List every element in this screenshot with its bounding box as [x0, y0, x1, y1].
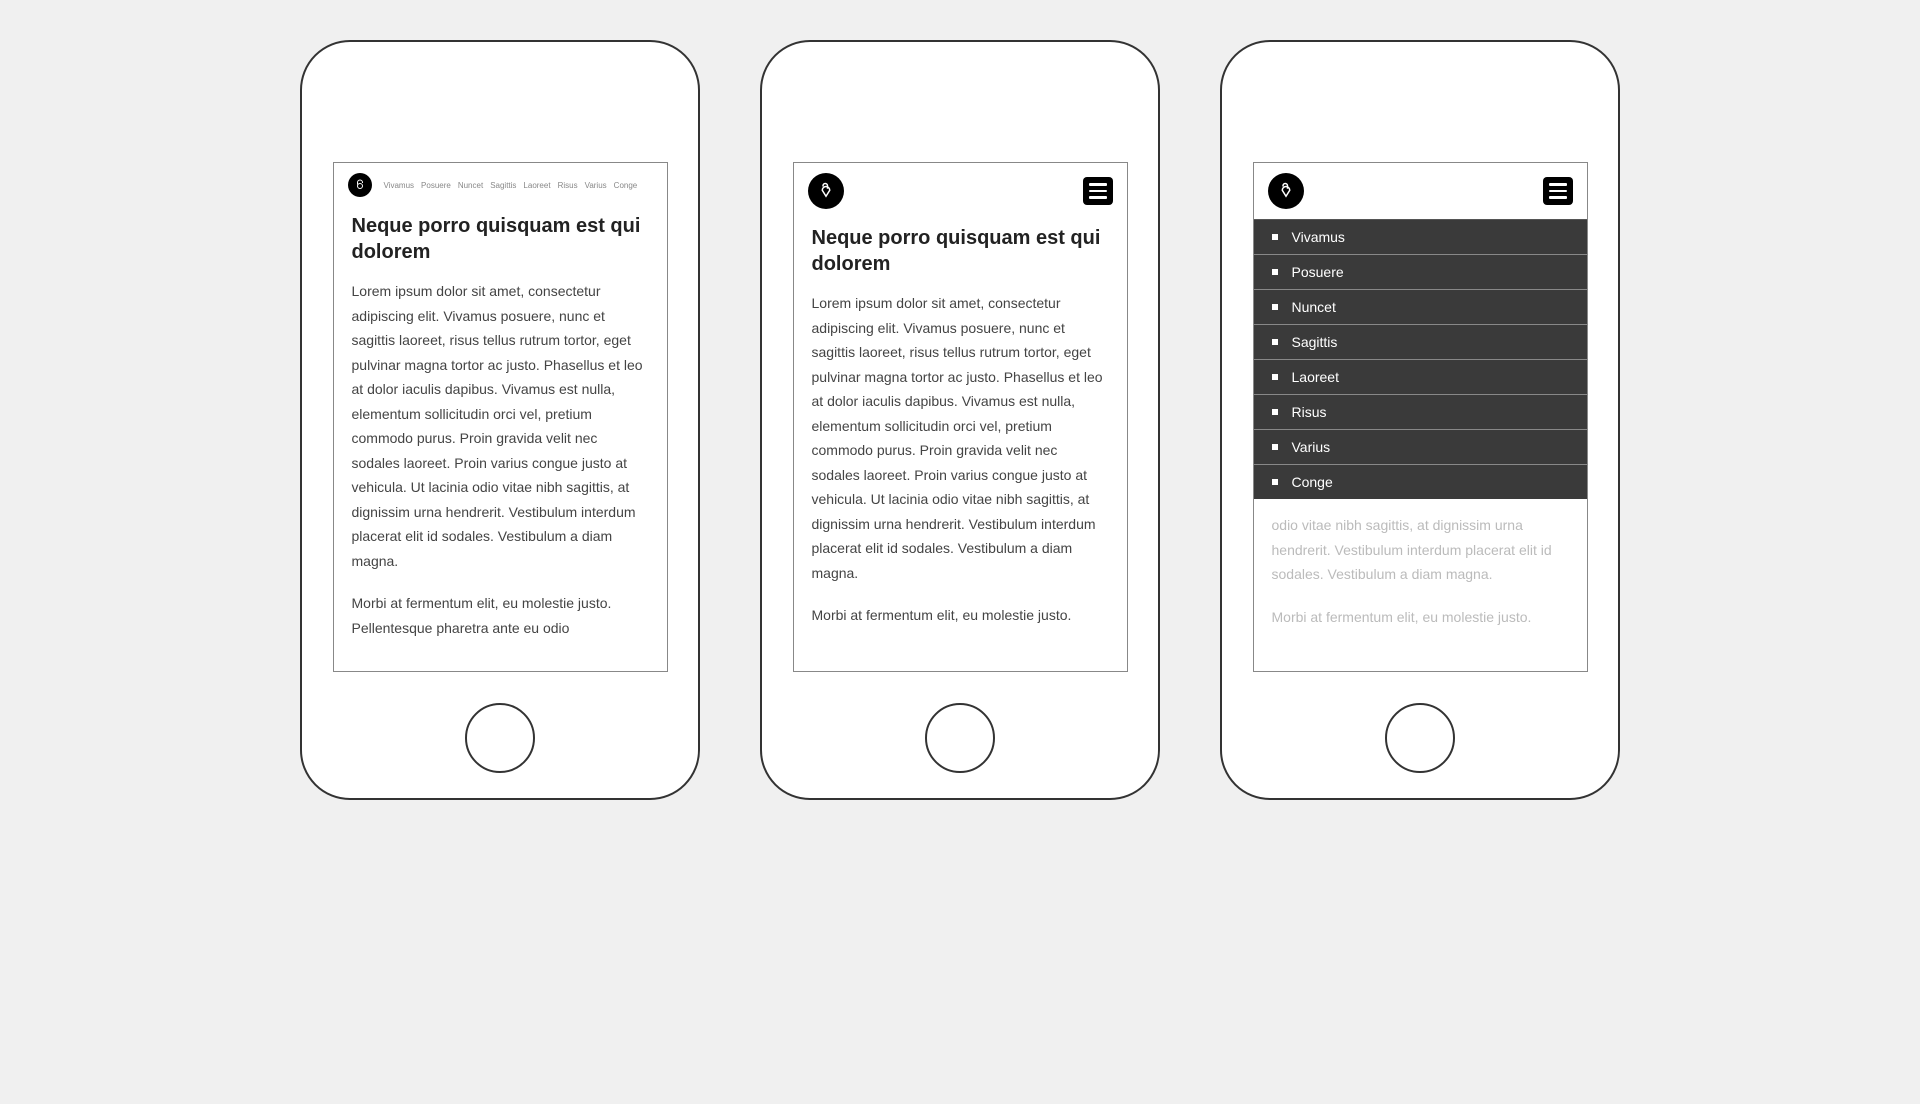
phone-frame-2: Neque porro quisquam est qui dolorem Lor… [760, 40, 1160, 800]
logo-icon[interactable] [1268, 173, 1304, 209]
dropdown-label: Posuere [1292, 264, 1344, 280]
nav-item[interactable]: Varius [585, 181, 607, 190]
dropdown-item[interactable]: Posuere [1254, 255, 1587, 290]
article-title: Neque porro quisquam est qui dolorem [812, 225, 1109, 277]
logo-icon[interactable] [348, 173, 372, 197]
dropdown-label: Varius [1292, 439, 1331, 455]
background-content: odio vitae nibh sagittis, at dignissim u… [1254, 499, 1587, 661]
dropdown-label: Nuncet [1292, 299, 1336, 315]
phone-frame-1: Vivamus Posuere Nuncet Sagittis Laoreet … [300, 40, 700, 800]
article-paragraph: Morbi at fermentum elit, eu molestie jus… [352, 591, 649, 640]
screen-1: Vivamus Posuere Nuncet Sagittis Laoreet … [333, 162, 668, 672]
dropdown-menu: Vivamus Posuere Nuncet Sagittis Laoreet … [1254, 219, 1587, 499]
home-button[interactable] [465, 703, 535, 773]
article-title: Neque porro quisquam est qui dolorem [352, 213, 649, 265]
nav-inline: Vivamus Posuere Nuncet Sagittis Laoreet … [384, 181, 638, 190]
bullet-icon [1272, 304, 1278, 310]
dropdown-item[interactable]: Laoreet [1254, 360, 1587, 395]
dropdown-label: Conge [1292, 474, 1333, 490]
header: Vivamus Posuere Nuncet Sagittis Laoreet … [334, 163, 667, 207]
nav-item[interactable]: Nuncet [458, 181, 483, 190]
dropdown-item[interactable]: Nuncet [1254, 290, 1587, 325]
hamburger-icon[interactable] [1543, 177, 1573, 205]
dropdown-label: Sagittis [1292, 334, 1338, 350]
dropdown-item[interactable]: Risus [1254, 395, 1587, 430]
bullet-icon [1272, 479, 1278, 485]
article-content: Neque porro quisquam est qui dolorem Lor… [794, 219, 1127, 664]
nav-item[interactable]: Vivamus [384, 181, 415, 190]
article-paragraph: Lorem ipsum dolor sit amet, consectetur … [812, 291, 1109, 585]
home-button[interactable] [1385, 703, 1455, 773]
bullet-icon [1272, 444, 1278, 450]
dropdown-label: Vivamus [1292, 229, 1345, 245]
article-paragraph-faded: odio vitae nibh sagittis, at dignissim u… [1272, 513, 1569, 587]
dropdown-label: Risus [1292, 404, 1327, 420]
dropdown-item[interactable]: Conge [1254, 465, 1587, 499]
article-content: Neque porro quisquam est qui dolorem Lor… [334, 207, 667, 672]
nav-item[interactable]: Posuere [421, 181, 451, 190]
dropdown-item[interactable]: Vivamus [1254, 220, 1587, 255]
article-paragraph-faded: Morbi at fermentum elit, eu molestie jus… [1272, 605, 1569, 630]
dropdown-label: Laoreet [1292, 369, 1339, 385]
article-paragraph: Lorem ipsum dolor sit amet, consectetur … [352, 279, 649, 573]
bullet-icon [1272, 269, 1278, 275]
bullet-icon [1272, 339, 1278, 345]
bullet-icon [1272, 234, 1278, 240]
phone-frame-3: Vivamus Posuere Nuncet Sagittis Laoreet … [1220, 40, 1620, 800]
nav-item[interactable]: Sagittis [490, 181, 516, 190]
nav-item[interactable]: Risus [558, 181, 578, 190]
home-button[interactable] [925, 703, 995, 773]
dropdown-item[interactable]: Varius [1254, 430, 1587, 465]
screen-3: Vivamus Posuere Nuncet Sagittis Laoreet … [1253, 162, 1588, 672]
header [794, 163, 1127, 219]
article-paragraph: Morbi at fermentum elit, eu molestie jus… [812, 603, 1109, 628]
nav-item[interactable]: Laoreet [523, 181, 550, 190]
nav-item[interactable]: Conge [614, 181, 638, 190]
logo-icon[interactable] [808, 173, 844, 209]
bullet-icon [1272, 374, 1278, 380]
header [1254, 163, 1587, 219]
hamburger-icon[interactable] [1083, 177, 1113, 205]
screen-2: Neque porro quisquam est qui dolorem Lor… [793, 162, 1128, 672]
bullet-icon [1272, 409, 1278, 415]
dropdown-item[interactable]: Sagittis [1254, 325, 1587, 360]
